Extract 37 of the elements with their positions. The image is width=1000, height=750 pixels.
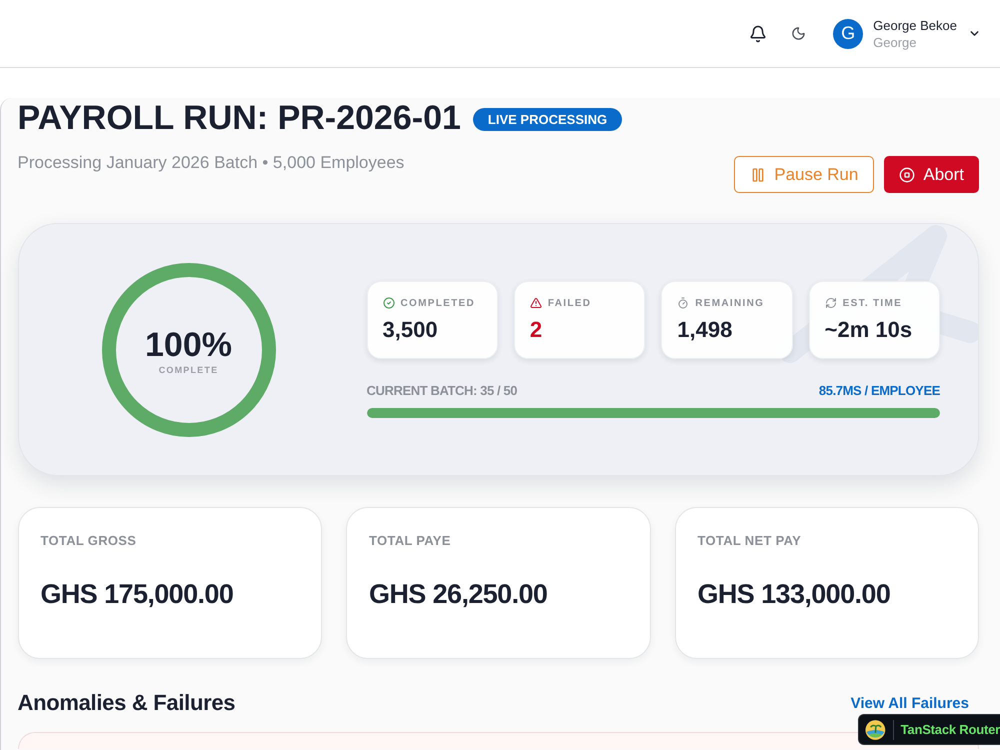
stat-value: 1,498 <box>677 317 734 343</box>
warning-icon <box>530 297 542 309</box>
logo-icon <box>865 718 886 740</box>
abort-button[interactable]: Abort <box>884 156 979 193</box>
progress-percent: 100% <box>145 326 232 364</box>
pause-icon <box>750 166 766 182</box>
stat-label: FAILED <box>548 298 592 308</box>
stat-label: REMAINING <box>695 298 764 308</box>
stat-value: 3,500 <box>382 317 439 343</box>
stat-label: EST. TIME <box>842 298 902 308</box>
total-value: GHS 133,000.00 <box>698 578 892 610</box>
section-title: Anomalies & Failures <box>18 690 236 716</box>
total-label: TOTAL GROSS <box>40 533 138 549</box>
stat-label: COMPLETED <box>400 298 475 308</box>
devtools-button[interactable]: TanStack Router <box>858 714 1000 745</box>
timer-icon <box>677 297 690 309</box>
progress-caption: COMPLETE <box>158 364 218 376</box>
user-name: George Bekoe <box>873 16 957 34</box>
total-value: GHS 175,000.00 <box>40 578 234 610</box>
bell-icon[interactable] <box>749 24 768 42</box>
user-role: George <box>873 34 918 50</box>
stat-value: ~2m 10s <box>824 317 914 343</box>
status-badge: LIVE PROCESSING <box>472 108 622 131</box>
refresh-icon <box>824 297 837 309</box>
total-label: TOTAL PAYE <box>369 533 452 549</box>
moon-icon[interactable] <box>791 26 806 41</box>
user-avatar: G <box>833 18 864 48</box>
batch-rate: 85.7MS / EMPLOYEE <box>818 383 940 399</box>
page-subtitle: Processing January 2026 Batch • 5,000 Employees <box>18 153 406 173</box>
page-title: PAYROLL RUN: PR-2026-01 <box>18 98 461 139</box>
stop-icon <box>899 166 916 182</box>
check-circle-icon <box>382 297 394 309</box>
batch-label: CURRENT BATCH: 35 / 50 <box>366 383 518 399</box>
stat-value: 2 <box>530 317 544 343</box>
view-all-link[interactable]: View All Failures <box>850 694 969 712</box>
total-value: GHS 26,250.00 <box>369 578 548 610</box>
total-label: TOTAL NET PAY <box>698 533 802 549</box>
